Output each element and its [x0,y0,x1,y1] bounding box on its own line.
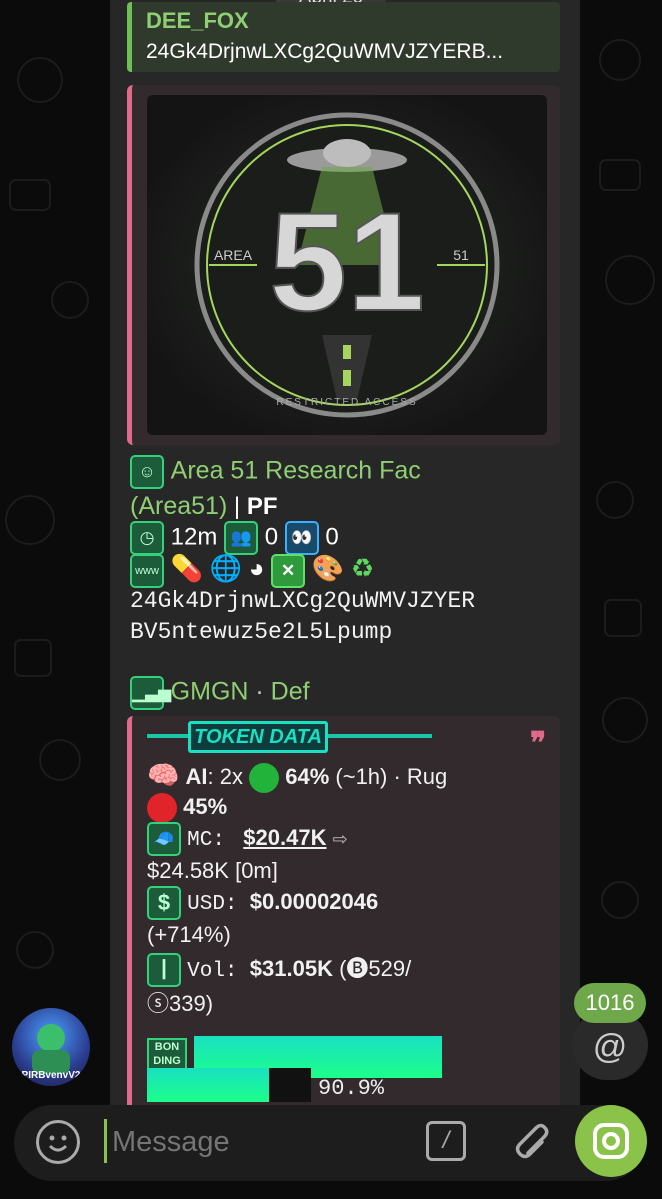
ai-label: AI [185,764,208,789]
token-title-row: ☺ Area 51 Research Fac [130,455,421,489]
holders-icon: 👥 [224,521,259,555]
token-age: 12m [170,523,218,551]
camera-button[interactable] [575,1105,647,1177]
contract-line-2[interactable]: BV5ntewuz5e2L5Lpump [130,619,392,645]
www-icon[interactable]: www [130,553,164,588]
candle-icon: ┃ [147,953,181,988]
area51-logo: 51 AREA 51 RESTRICTED ACCESS [147,95,547,435]
ai-pct: 64% [285,764,330,789]
pill-icon[interactable]: 💊 [171,553,203,583]
token-links-row: www 💊 🌐 ◕ ✕ 🎨 ♻ [130,553,374,588]
token-ticker-link[interactable]: (Area51) [130,492,227,520]
message-input[interactable] [110,1118,394,1166]
vol-row: ┃ Vol: $31.05K (🅑529/ [147,951,412,988]
reply-author: DEE_FOX [146,8,249,33]
smile-glyph [48,1135,68,1152]
rug-row: 45% [147,793,227,823]
token-stats-row: ◷ 12m 👥 0 👀 0 [130,521,339,555]
token-ticker-row: (Area51) | PF [130,492,278,521]
avatar-figure: PIRBvenvV2 [22,1024,81,1081]
commands-icon[interactable]: / [426,1121,466,1161]
token-data-banner: TOKEN DATA [188,721,328,753]
gmgn-separator: · [248,677,271,706]
bonding-icon: BON DING [147,1038,187,1072]
brain-icon: 🧠 [147,760,180,790]
chart-bars-icon: ▁▃▅ [130,676,171,710]
logo-text: 51 [269,183,425,340]
red-circle-icon [147,793,177,823]
text-caret [104,1119,107,1163]
token-name-link[interactable]: Area 51 Research Fac [171,456,421,484]
vol-sells: ⓢ339) [147,991,214,1016]
token-logo-image[interactable]: 51 AREA 51 RESTRICTED ACCESS [147,95,547,435]
reply-text: 24Gk4DrjnwLXCg2QuWMVJZYERB... [146,40,504,63]
usd-row: $ USD: $0.00002046 [147,886,378,920]
alien-icon: ☺ [130,455,164,489]
paperclip-glyph [515,1123,549,1159]
vol-buys: (🅑529/ [339,956,412,981]
palette-icon[interactable]: 🎨 [312,553,344,583]
emoji-icon[interactable] [36,1120,80,1164]
vol-value: $31.05K [249,956,333,981]
robot-eye-icon[interactable]: ◕ [249,553,265,583]
ai-window: (~1h) · Rug [335,764,448,789]
recycle-icon[interactable]: ♻ [351,553,374,583]
reply-preview[interactable]: DEE_FOX 24Gk4DrjnwLXCg2QuWMVJZYERB... [127,2,560,72]
dollar-icon: $ [147,886,181,920]
mc-row: 🧢 MC: $20.47K ⇨ [147,822,348,856]
bonding-pct: 90.9% [318,1076,385,1101]
token-platform: PF [246,493,278,520]
token-separator: | [227,493,247,520]
rug-pct: 45% [183,793,228,819]
bonding-progress [147,1068,311,1102]
usd-change: (+714%) [147,922,231,947]
svg-text:@: @ [593,1028,628,1066]
mc-arrow: ⇨ [332,828,348,849]
mc-next: $24.58K [0m] [147,858,278,883]
clock-icon: ◷ [130,521,164,555]
gmgn-link[interactable]: GMGN [171,677,249,705]
logo-right-text: 51 [453,247,469,263]
logo-bottom-text: RESTRICTED ACCESS [276,397,417,408]
ai-multiplier: : 2x [207,764,243,789]
avatar-label: PIRBvenvV2 [22,1070,81,1081]
usd-value: $0.00002046 [249,888,379,914]
gmgn-row: ▁▃▅ GMGN · Def [130,676,310,710]
usd-label: USD: [187,892,238,916]
quote-icon: ❞ [530,727,547,760]
vol-label: Vol: [187,960,238,983]
camera-icon [593,1123,629,1159]
mc-value[interactable]: $20.47K [243,825,326,850]
globe-icon[interactable]: 🌐 [210,553,242,583]
attach-icon[interactable] [506,1118,550,1162]
mc-label: MC: [187,828,225,852]
eyes-icon: 👀 [284,521,319,555]
ai-row: 🧠 AI: 2x 64% (~1h) · Rug [147,760,448,794]
cap-icon: 🧢 [147,822,181,856]
token-holders: 0 [264,523,279,551]
token-watchers: 0 [325,523,339,551]
contract-line-1[interactable]: 24Gk4DrjnwLXCg2QuWMVJZYER [130,588,475,614]
green-circle-icon [249,763,280,794]
sender-avatar[interactable]: PIRBvenvV2 [12,1008,90,1086]
unread-counter: 1016 [574,983,646,1023]
bonding-progress-fill [147,1068,270,1102]
x-icon[interactable]: ✕ [271,553,306,588]
gmgn-mode-link[interactable]: Def [271,677,310,705]
logo-left-text: AREA [214,247,253,263]
